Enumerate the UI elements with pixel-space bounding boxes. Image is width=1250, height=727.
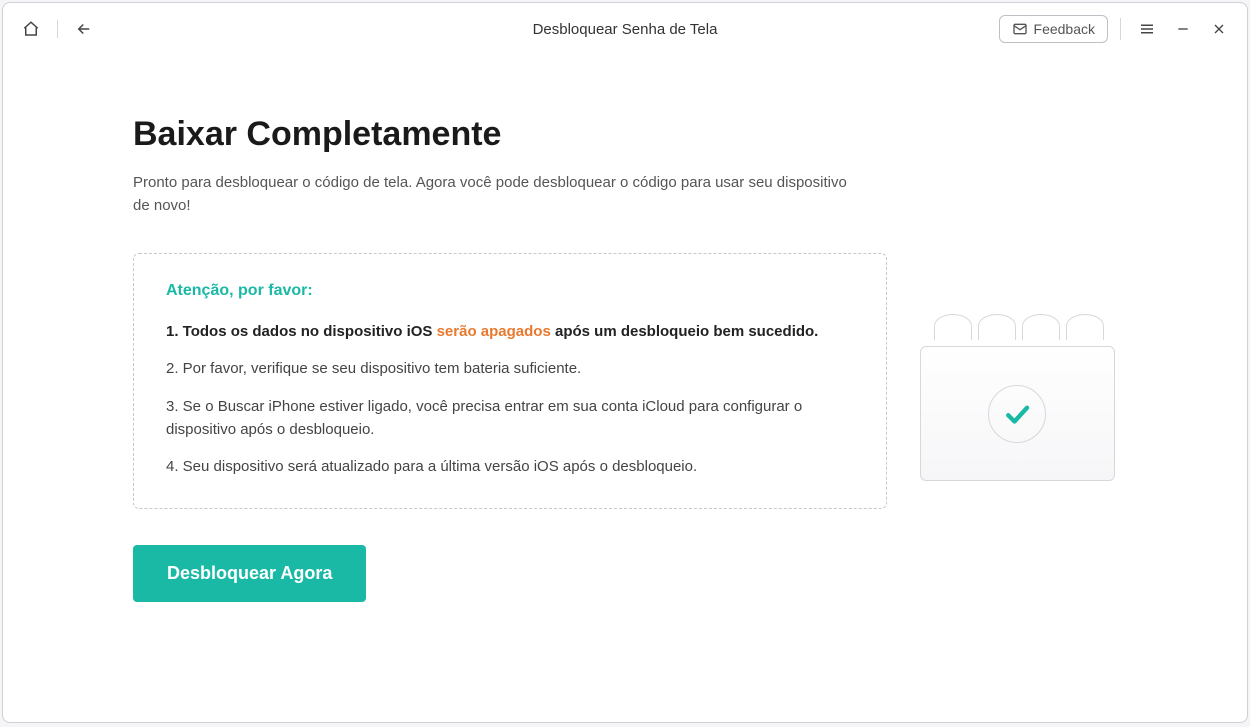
titlebar-left: [17, 15, 98, 43]
titlebar-divider-right: [1120, 18, 1121, 40]
notice-item-1-highlight: serão apagados: [437, 323, 551, 340]
feedback-button[interactable]: Feedback: [999, 15, 1108, 43]
home-button[interactable]: [17, 15, 45, 43]
notice-item-4: 4. Seu dispositivo será atualizado para …: [166, 455, 854, 478]
notice-item-1: 1. Todos os dados no dispositivo iOS ser…: [166, 320, 854, 343]
notice-box: Atenção, por favor: 1. Todos os dados no…: [133, 253, 887, 509]
notice-title: Atenção, por favor:: [166, 282, 854, 300]
feedback-label: Feedback: [1034, 21, 1095, 37]
notice-item-2: 2. Por favor, verifique se seu dispositi…: [166, 357, 854, 380]
titlebar-right: Feedback: [999, 15, 1233, 43]
block-stud-side: [1022, 326, 1060, 340]
notice-item-1-prefix: 1. Todos os dados no dispositivo iOS: [166, 323, 437, 340]
back-button[interactable]: [70, 15, 98, 43]
page-subtitle: Pronto para desbloquear o código de tela…: [133, 172, 853, 217]
block-illustration: [920, 296, 1115, 481]
right-column: [887, 115, 1147, 662]
notice-item-3: 3. Se o Buscar iPhone estiver ligado, vo…: [166, 395, 854, 442]
unlock-now-button[interactable]: Desbloquear Agora: [133, 545, 366, 602]
check-circle: [988, 385, 1046, 443]
home-icon: [22, 20, 40, 38]
check-icon: [1002, 399, 1032, 429]
block-body: [920, 346, 1115, 481]
titlebar: Desbloquear Senha de Tela Feedback: [3, 3, 1247, 55]
minimize-icon: [1175, 21, 1191, 37]
close-button[interactable]: [1205, 15, 1233, 43]
app-window: Desbloquear Senha de Tela Feedback Baixa…: [2, 2, 1248, 723]
block-stud-side: [978, 326, 1016, 340]
hamburger-icon: [1138, 20, 1156, 38]
page-heading: Baixar Completamente: [133, 115, 887, 154]
content-area: Baixar Completamente Pronto para desbloq…: [3, 55, 1247, 722]
menu-button[interactable]: [1133, 15, 1161, 43]
notice-item-1-suffix: após um desbloqueio bem sucedido.: [551, 323, 819, 340]
block-stud-side: [1066, 326, 1104, 340]
block-stud-side: [934, 326, 972, 340]
window-title: Desbloquear Senha de Tela: [533, 21, 718, 38]
close-icon: [1211, 21, 1227, 37]
back-arrow-icon: [75, 20, 93, 38]
titlebar-divider: [57, 20, 58, 38]
left-column: Baixar Completamente Pronto para desbloq…: [133, 115, 887, 662]
minimize-button[interactable]: [1169, 15, 1197, 43]
mail-icon: [1012, 21, 1028, 37]
